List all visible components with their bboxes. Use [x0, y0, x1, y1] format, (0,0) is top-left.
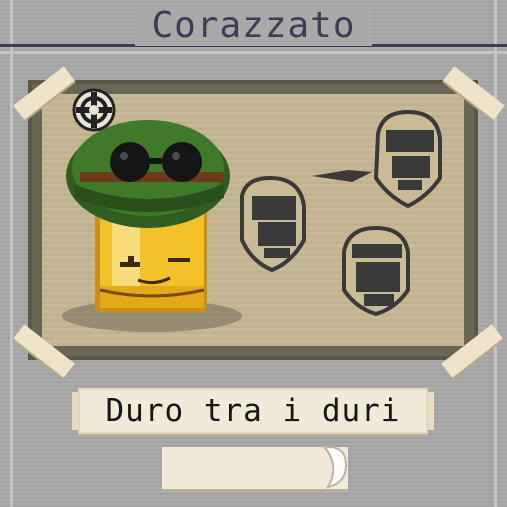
- skull-enemy-icon: [373, 109, 442, 209]
- hero-character: [66, 120, 230, 312]
- paper-curl-icon: [321, 445, 348, 489]
- card-label: Duro tra i duri: [105, 393, 401, 429]
- skull-enemy-icon: [240, 175, 306, 273]
- gear-badge-icon: [72, 88, 116, 132]
- skull-enemy-icon: [342, 225, 410, 317]
- arrow-icon: [312, 170, 372, 182]
- game-screen: Corazzato Duro tra i duri: [0, 0, 507, 507]
